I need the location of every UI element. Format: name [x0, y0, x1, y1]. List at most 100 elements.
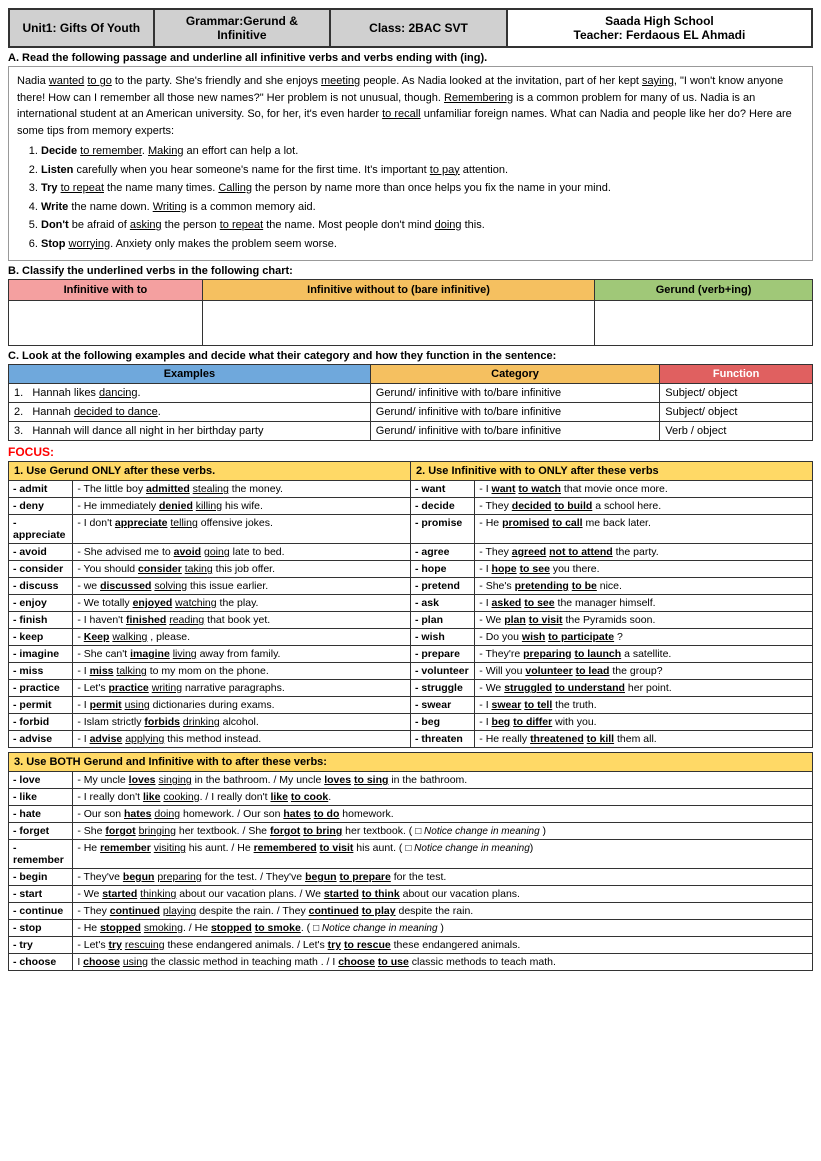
passage-text: Nadia wanted to go to the party. She's f… — [17, 73, 804, 139]
section-c-label: C. Look at the following examples and de… — [8, 350, 813, 362]
focus-row-1: - admit - The little boy admitted steali… — [9, 481, 813, 498]
focus-row-2: - deny - He immediately denied killing h… — [9, 498, 813, 515]
gerund-title: 1. Use Gerund ONLY after these verbs. — [9, 462, 411, 481]
g-ex-12: - Let's practice writing narrative parag… — [73, 680, 411, 697]
both-row-continue: - continue - They continued playing desp… — [9, 903, 813, 920]
tip-3: Try to repeat the name many times. Calli… — [41, 180, 804, 197]
examples-header-category: Category — [370, 365, 659, 384]
chart-cell-3 — [595, 301, 813, 346]
example-3-function: Verb / object — [660, 422, 813, 441]
i-verb-5: - hope — [410, 561, 474, 578]
tip-4: Write the name down. Writing is a common… — [41, 199, 804, 216]
i-verb-6: - pretend — [410, 578, 474, 595]
i-verb-11: - volunteer — [410, 663, 474, 680]
both-ex-remember: - He remember visiting his aunt. / He re… — [73, 840, 813, 869]
i-ex-10: - They're preparing to launch a satellit… — [475, 646, 813, 663]
i-ex-5: - I hope to see you there. — [475, 561, 813, 578]
g-ex-9: - Keep walking , please. — [73, 629, 411, 646]
focus-row-8: - finish - I haven't finished reading th… — [9, 612, 813, 629]
g-verb-1: - admit — [9, 481, 73, 498]
example-2-function: Subject/ object — [660, 403, 813, 422]
g-ex-3: - I don't appreciate telling offensive j… — [73, 515, 411, 544]
g-ex-8: - I haven't finished reading that book y… — [73, 612, 411, 629]
both-ex-choose: I choose using the classic method in tea… — [73, 954, 813, 971]
i-verb-2: - decide — [410, 498, 474, 515]
examples-header-function: Function — [660, 365, 813, 384]
i-ex-13: - I swear to tell the truth. — [475, 697, 813, 714]
chart-header-1: Infinitive with to — [9, 280, 203, 301]
focus-row-13: - permit - I permit using dictionaries d… — [9, 697, 813, 714]
examples-header-examples: Examples — [9, 365, 371, 384]
g-ex-4: - She advised me to avoid going late to … — [73, 544, 411, 561]
both-ex-forget: - She forgot bringing her textbook. / Sh… — [73, 823, 813, 840]
both-row-start: - start - We started thinking about our … — [9, 886, 813, 903]
g-ex-5: - You should consider taking this job of… — [73, 561, 411, 578]
example-1-category: Gerund/ infinitive with to/bare infiniti… — [370, 384, 659, 403]
both-ex-hate: - Our son hates doing homework. / Our so… — [73, 806, 813, 823]
g-verb-4: - avoid — [9, 544, 73, 561]
g-verb-5: - consider — [9, 561, 73, 578]
focus-row-3: - appreciate - I don't appreciate tellin… — [9, 515, 813, 544]
g-ex-6: - we discussed solving this issue earlie… — [73, 578, 411, 595]
g-ex-13: - I permit using dictionaries during exa… — [73, 697, 411, 714]
both-verb-stop: - stop — [9, 920, 73, 937]
both-ex-like: - I really don't like cooking. / I reall… — [73, 789, 813, 806]
infinitive-title: 2. Use Infinitive with to ONLY after the… — [410, 462, 812, 481]
g-ex-15: - I advise applying this method instead. — [73, 731, 411, 748]
both-row-stop: - stop - He stopped smoking. / He stoppe… — [9, 920, 813, 937]
both-title: 3. Use BOTH Gerund and Infinitive with t… — [9, 753, 813, 772]
focus-row-7: - enjoy - We totally enjoyed watching th… — [9, 595, 813, 612]
i-ex-7: - I asked to see the manager himself. — [475, 595, 813, 612]
header-school: Saada High School Teacher: Ferdaous EL A… — [507, 9, 812, 47]
both-verb-love: - love — [9, 772, 73, 789]
i-ex-11: - Will you volunteer to lead the group? — [475, 663, 813, 680]
g-verb-7: - enjoy — [9, 595, 73, 612]
tips-list: Decide to remember. Making an effort can… — [41, 143, 804, 252]
focus-row-5: - consider - You should consider taking … — [9, 561, 813, 578]
both-row-like: - like - I really don't like cooking. / … — [9, 789, 813, 806]
tip-2: Listen carefully when you hear someone's… — [41, 162, 804, 179]
example-3-category: Gerund/ infinitive with to/bare infiniti… — [370, 422, 659, 441]
i-verb-13: - swear — [410, 697, 474, 714]
both-verb-forget: - forget — [9, 823, 73, 840]
g-verb-8: - finish — [9, 612, 73, 629]
i-ex-9: - Do you wish to participate ? — [475, 629, 813, 646]
g-verb-12: - practice — [9, 680, 73, 697]
both-row-remember: - remember - He remember visiting his au… — [9, 840, 813, 869]
chart-header-3: Gerund (verb+ing) — [595, 280, 813, 301]
i-ex-4: - They agreed not to attend the party. — [475, 544, 813, 561]
i-ex-14: - I beg to differ with you. — [475, 714, 813, 731]
i-verb-9: - wish — [410, 629, 474, 646]
i-ex-12: - We struggled to understand her point. — [475, 680, 813, 697]
example-1-function: Subject/ object — [660, 384, 813, 403]
i-verb-7: - ask — [410, 595, 474, 612]
both-verb-start: - start — [9, 886, 73, 903]
tip-6: Stop worrying. Anxiety only makes the pr… — [41, 236, 804, 253]
example-1-text: 1. Hannah likes dancing. — [9, 384, 371, 403]
example-row-3: 3. Hannah will dance all night in her bi… — [9, 422, 813, 441]
both-ex-begin: - They've begun preparing for the test. … — [73, 869, 813, 886]
header-unit: Unit1: Gifts Of Youth — [9, 9, 154, 47]
i-ex-15: - He really threatened to kill them all. — [475, 731, 813, 748]
g-verb-14: - forbid — [9, 714, 73, 731]
both-verb-choose: - choose — [9, 954, 73, 971]
g-verb-2: - deny — [9, 498, 73, 515]
both-verb-try: - try — [9, 937, 73, 954]
i-verb-10: - prepare — [410, 646, 474, 663]
i-ex-3: - He promised to call me back later. — [475, 515, 813, 544]
g-verb-3: - appreciate — [9, 515, 73, 544]
tip-5: Don't be afraid of asking the person to … — [41, 217, 804, 234]
chart-cell-2 — [202, 301, 594, 346]
example-row-2: 2. Hannah decided to dance. Gerund/ infi… — [9, 403, 813, 422]
gerund-infinitive-table: 1. Use Gerund ONLY after these verbs. 2.… — [8, 461, 813, 748]
both-row-try: - try - Let's try rescuing these endange… — [9, 937, 813, 954]
examples-table: Examples Category Function 1. Hannah lik… — [8, 364, 813, 441]
g-verb-6: - discuss — [9, 578, 73, 595]
section-a-label: A. Read the following passage and underl… — [8, 52, 813, 64]
both-row-begin: - begin - They've begun preparing for th… — [9, 869, 813, 886]
example-row-1: 1. Hannah likes dancing. Gerund/ infinit… — [9, 384, 813, 403]
example-3-text: 3. Hannah will dance all night in her bi… — [9, 422, 371, 441]
both-ex-stop: - He stopped smoking. / He stopped to sm… — [73, 920, 813, 937]
focus-row-14: - forbid - Islam strictly forbids drinki… — [9, 714, 813, 731]
i-verb-4: - agree — [410, 544, 474, 561]
